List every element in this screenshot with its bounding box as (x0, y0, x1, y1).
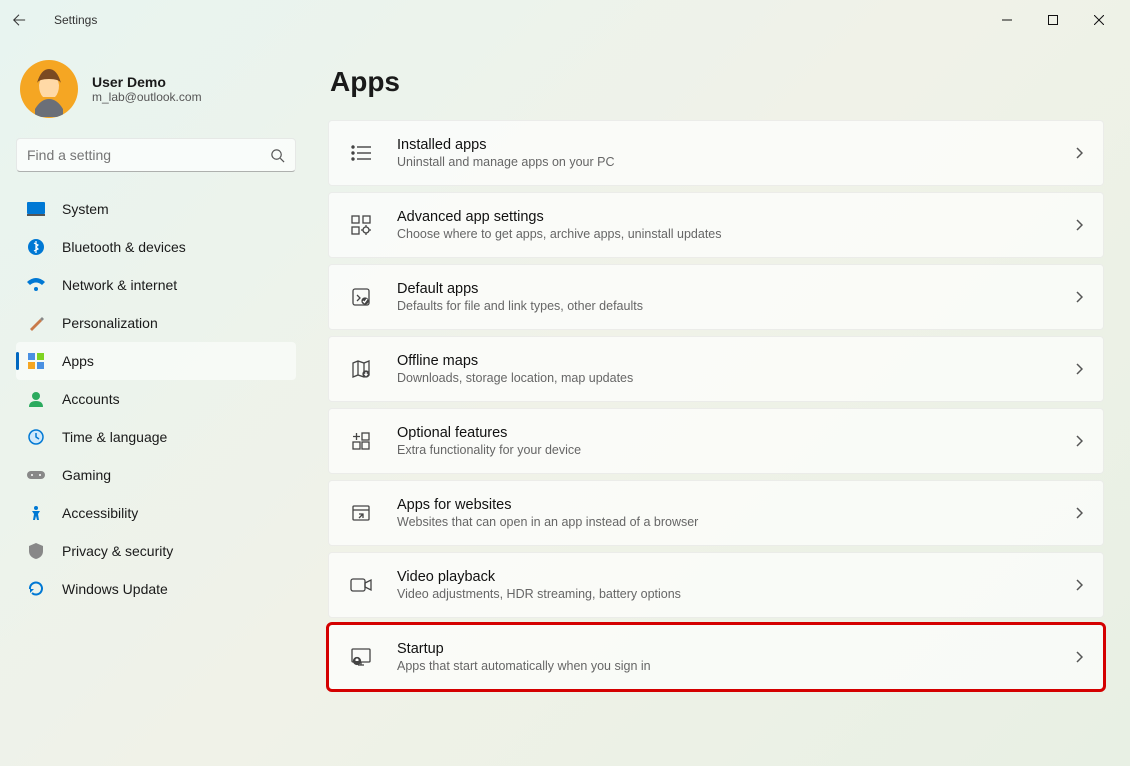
map-icon (349, 359, 373, 379)
profile-name: User Demo (92, 74, 202, 90)
profile-block[interactable]: User Demo m_lab@outlook.com (16, 48, 296, 134)
nav-apps[interactable]: Apps (16, 342, 296, 380)
chevron-right-icon (1075, 435, 1083, 447)
card-title: Optional features (397, 425, 1075, 441)
nav-gaming[interactable]: Gaming (16, 456, 296, 494)
card-title: Apps for websites (397, 497, 1075, 513)
update-icon (26, 581, 46, 597)
wifi-icon (26, 278, 46, 292)
card-title: Startup (397, 641, 1075, 657)
maximize-button[interactable] (1030, 4, 1076, 36)
list-icon (349, 144, 373, 162)
card-desc: Uninstall and manage apps on your PC (397, 155, 1075, 169)
close-button[interactable] (1076, 4, 1122, 36)
nav-label: Bluetooth & devices (62, 239, 186, 255)
card-title: Installed apps (397, 137, 1075, 153)
card-offline-maps[interactable]: Offline maps Downloads, storage location,… (328, 336, 1104, 402)
main-panel: Apps Installed apps Uninstall and manage … (312, 40, 1130, 766)
card-default-apps[interactable]: Default apps Defaults for file and link t… (328, 264, 1104, 330)
accessibility-icon (26, 505, 46, 521)
card-title: Video playback (397, 569, 1075, 585)
nav-label: Network & internet (62, 277, 177, 293)
card-desc: Websites that can open in an app instead… (397, 515, 1075, 529)
search-input[interactable] (27, 147, 270, 163)
nav-privacy[interactable]: Privacy & security (16, 532, 296, 570)
chevron-right-icon (1075, 219, 1083, 231)
person-icon (26, 391, 46, 407)
card-desc: Extra functionality for your device (397, 443, 1075, 457)
chevron-right-icon (1075, 507, 1083, 519)
apps-gear-icon (349, 215, 373, 235)
video-icon (349, 577, 373, 593)
nav-label: Apps (62, 353, 94, 369)
card-desc: Downloads, storage location, map updates (397, 371, 1075, 385)
startup-icon (349, 648, 373, 666)
shield-icon (26, 543, 46, 559)
card-title: Default apps (397, 281, 1075, 297)
nav-time[interactable]: Time & language (16, 418, 296, 456)
card-video-playback[interactable]: Video playback Video adjustments, HDR str… (328, 552, 1104, 618)
card-desc: Choose where to get apps, archive apps, … (397, 227, 1075, 241)
chevron-right-icon (1075, 363, 1083, 375)
nav-system[interactable]: System (16, 190, 296, 228)
bluetooth-icon (26, 239, 46, 255)
card-installed-apps[interactable]: Installed apps Uninstall and manage apps … (328, 120, 1104, 186)
profile-email: m_lab@outlook.com (92, 90, 202, 104)
page-heading: Apps (330, 66, 1104, 98)
nav-personalization[interactable]: Personalization (16, 304, 296, 342)
apps-icon (26, 353, 46, 369)
add-feature-icon (349, 431, 373, 451)
card-desc: Apps that start automatically when you s… (397, 659, 1075, 673)
card-optional-features[interactable]: Optional features Extra functionality for… (328, 408, 1104, 474)
nav-network[interactable]: Network & internet (16, 266, 296, 304)
clock-icon (26, 429, 46, 445)
titlebar: Settings (0, 0, 1130, 40)
window-link-icon (349, 504, 373, 522)
card-advanced-app-settings[interactable]: Advanced app settings Choose where to get… (328, 192, 1104, 258)
avatar (20, 60, 78, 118)
nav-accounts[interactable]: Accounts (16, 380, 296, 418)
nav-update[interactable]: Windows Update (16, 570, 296, 608)
brush-icon (26, 314, 46, 332)
nav-label: System (62, 201, 109, 217)
card-desc: Video adjustments, HDR streaming, batter… (397, 587, 1075, 601)
nav-accessibility[interactable]: Accessibility (16, 494, 296, 532)
window-title: Settings (44, 13, 97, 27)
nav-label: Personalization (62, 315, 158, 331)
chevron-right-icon (1075, 291, 1083, 303)
gamepad-icon (26, 469, 46, 481)
card-apps-for-websites[interactable]: Apps for websites Websites that can open … (328, 480, 1104, 546)
nav-label: Privacy & security (62, 543, 173, 559)
default-apps-icon (349, 287, 373, 307)
nav-label: Windows Update (62, 581, 168, 597)
nav-label: Gaming (62, 467, 111, 483)
system-icon (26, 202, 46, 216)
nav-label: Accounts (62, 391, 120, 407)
back-button[interactable] (12, 13, 44, 27)
nav-list: System Bluetooth & devices Network & int… (16, 190, 296, 608)
chevron-right-icon (1075, 651, 1083, 663)
card-startup[interactable]: Startup Apps that start automatically whe… (328, 624, 1104, 690)
chevron-right-icon (1075, 147, 1083, 159)
minimize-button[interactable] (984, 4, 1030, 36)
sidebar: User Demo m_lab@outlook.com System Bluet… (0, 40, 312, 766)
search-icon (270, 148, 285, 163)
card-desc: Defaults for file and link types, other … (397, 299, 1075, 313)
chevron-right-icon (1075, 579, 1083, 591)
nav-label: Time & language (62, 429, 167, 445)
search-box[interactable] (16, 138, 296, 172)
nav-bluetooth[interactable]: Bluetooth & devices (16, 228, 296, 266)
card-title: Advanced app settings (397, 209, 1075, 225)
card-title: Offline maps (397, 353, 1075, 369)
nav-label: Accessibility (62, 505, 138, 521)
